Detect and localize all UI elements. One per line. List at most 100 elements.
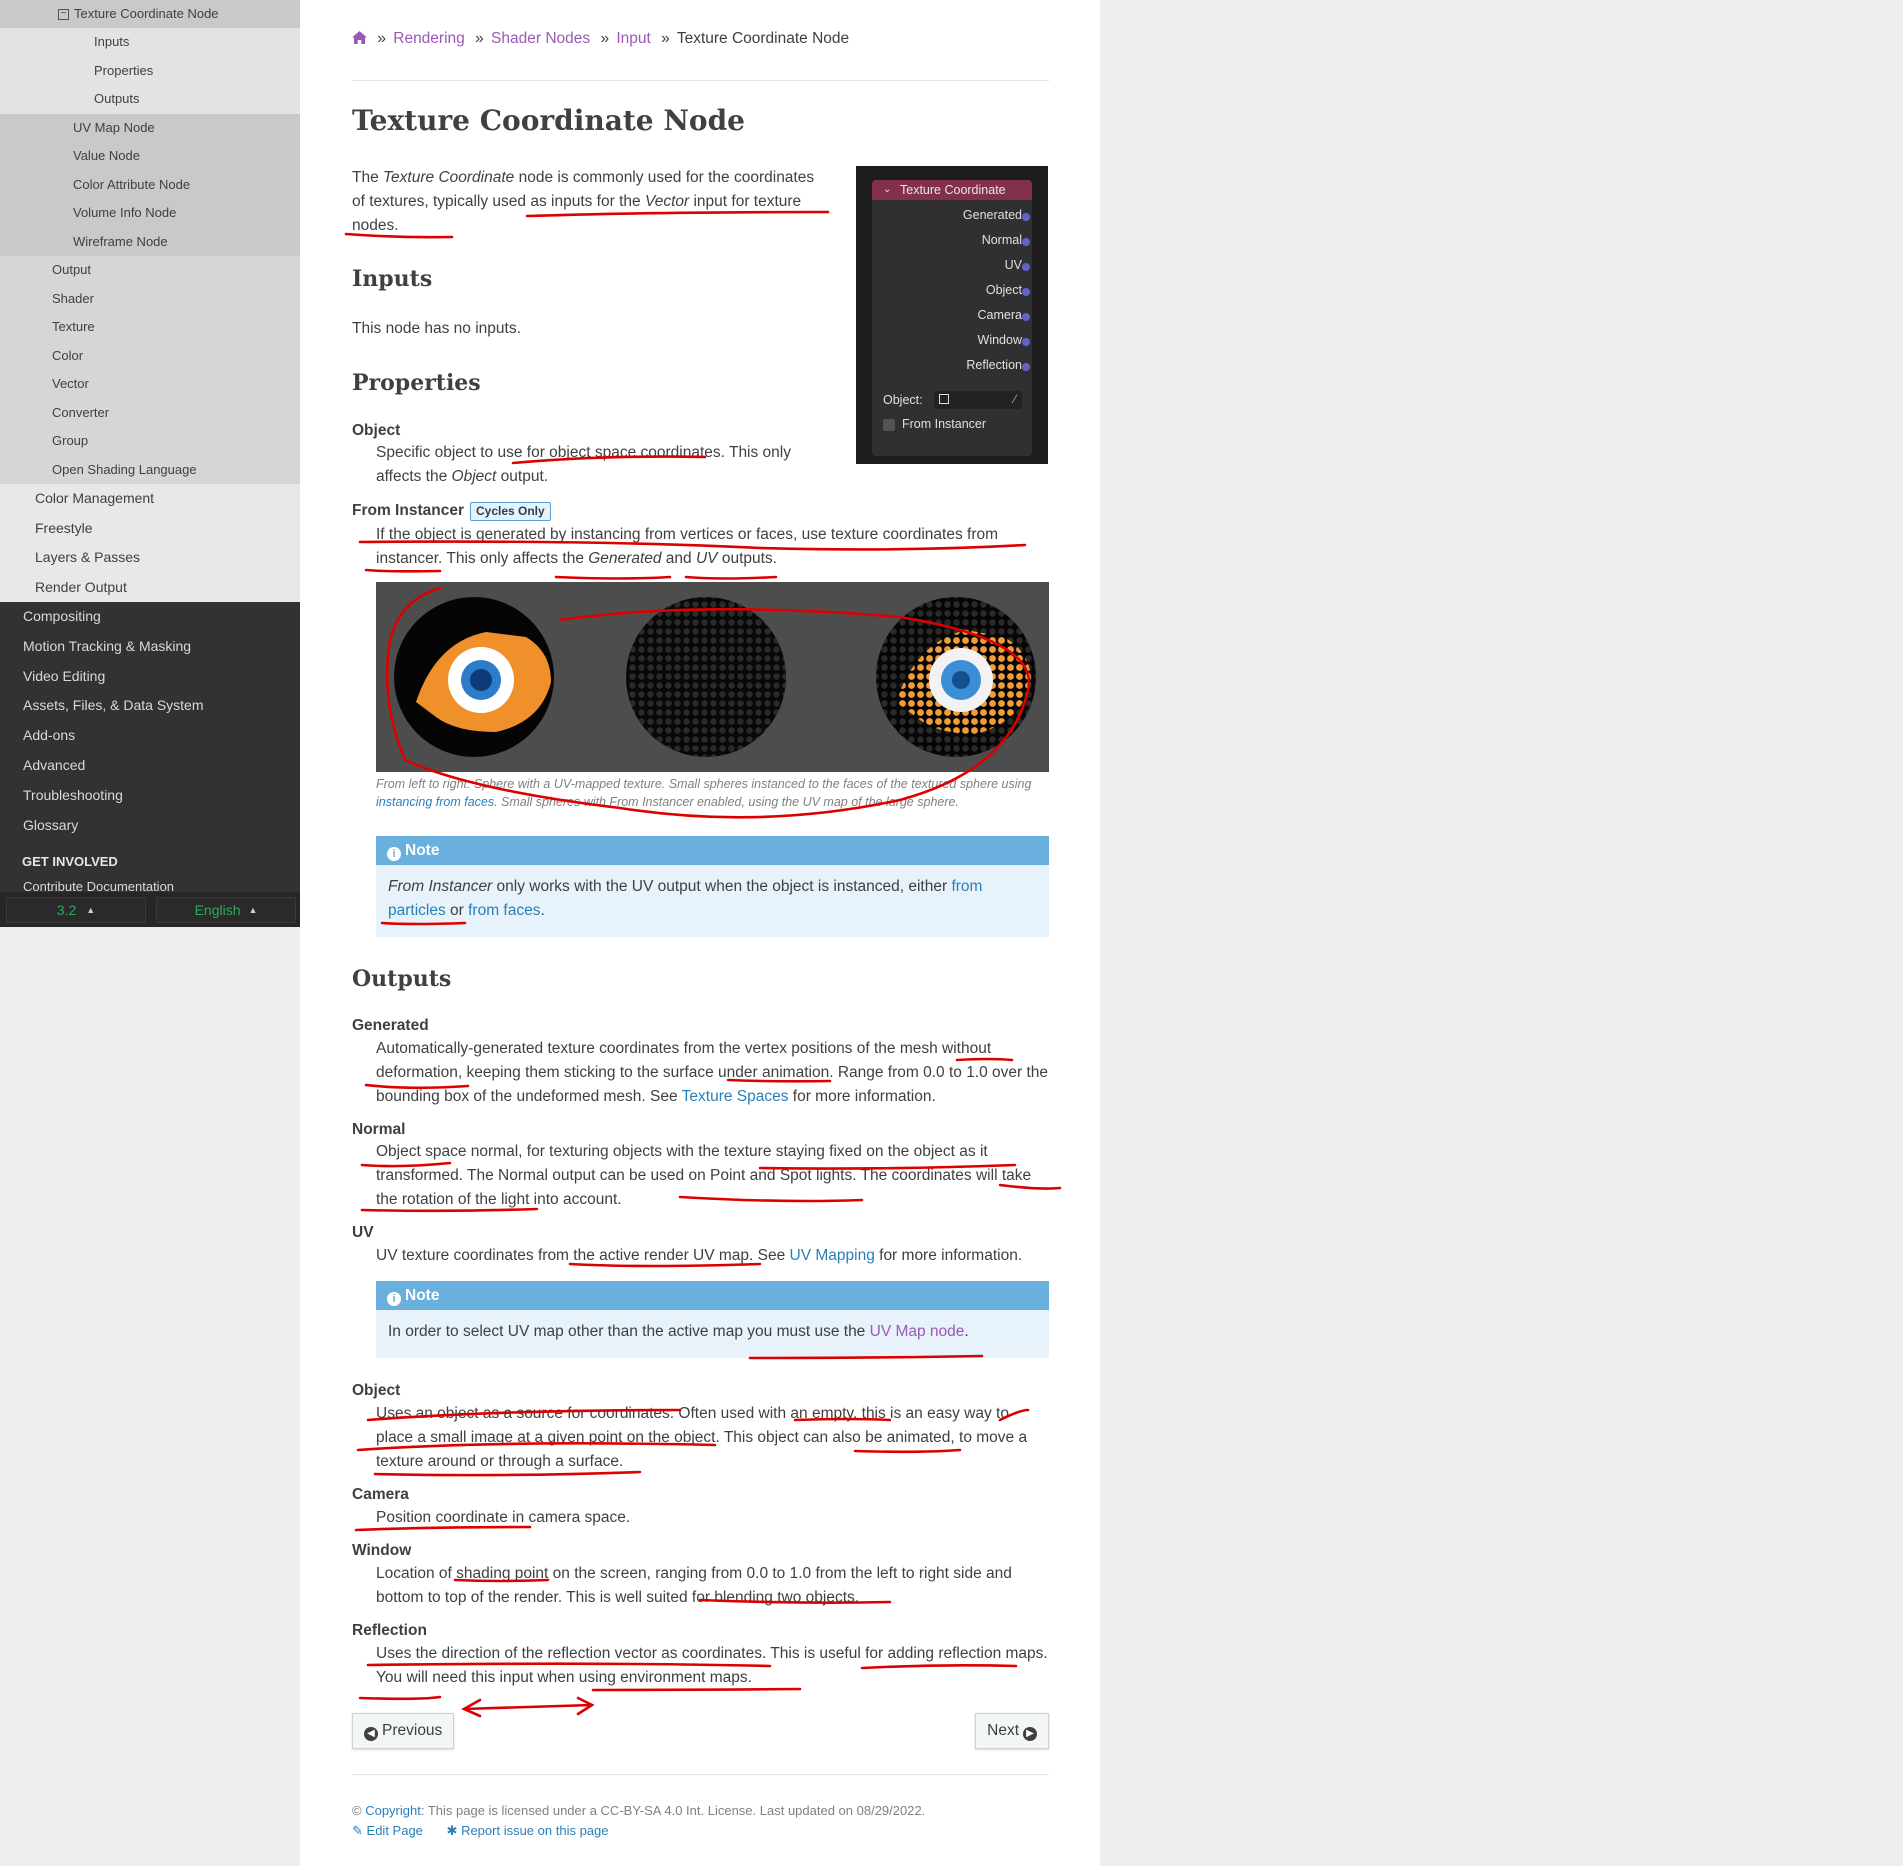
socket-window: Window <box>978 333 1030 347</box>
previous-button[interactable]: ◀ Previous <box>352 1713 455 1749</box>
eyedropper-icon: ⁄ <box>1013 392 1016 406</box>
heading-outputs: Outputs <box>352 966 452 992</box>
node-header: ⌄ Texture Coordinate <box>872 180 1032 200</box>
sidebar-item-layers-passes[interactable]: Layers & Passes <box>0 543 300 573</box>
term-generated: Generated <box>352 1017 429 1034</box>
desc-generated: Automatically-generated texture coordina… <box>376 1040 1049 1105</box>
info-icon: i <box>387 847 401 861</box>
divider <box>352 80 1049 81</box>
note-title: i Note <box>376 1281 1049 1310</box>
report-issue-link[interactable]: ✱ Report issue on this page <box>447 1823 609 1838</box>
sidebar-item-render-output[interactable]: Render Output <box>0 572 300 602</box>
arrow-left-circle-icon: ◀ <box>364 1727 378 1741</box>
object-field: ⁄ <box>934 391 1022 409</box>
spheres-render <box>394 597 1036 757</box>
term-reflection: Reflection <box>352 1622 427 1639</box>
sidebar-item-vector[interactable]: Vector <box>0 370 300 399</box>
version-selector[interactable]: 3.2 ▲ <box>6 896 146 923</box>
socket-uv: UV <box>1005 258 1030 272</box>
texture-spaces-link[interactable]: Texture Spaces <box>682 1088 789 1105</box>
sidebar-item-compositing[interactable]: Compositing <box>0 602 300 632</box>
divider <box>352 1774 1049 1775</box>
sidebar-item-output[interactable]: Output <box>0 256 300 285</box>
socket-object: Object <box>986 283 1030 297</box>
arrow-right-circle-icon: ▶ <box>1023 1727 1037 1741</box>
note-from-instancer: i Note From Instancer only works with the… <box>376 836 1049 937</box>
heading-inputs: Inputs <box>352 266 433 292</box>
sidebar-item-group[interactable]: Group <box>0 427 300 456</box>
figure-caption: From left to right: Sphere with a UV-map… <box>376 777 1032 809</box>
breadcrumb-separator: » <box>475 30 484 47</box>
sidebar-item-color-management[interactable]: Color Management <box>0 484 300 514</box>
instancer-comparison-image <box>376 582 1049 772</box>
from-faces-link[interactable]: from faces <box>468 902 540 919</box>
uv-mapping-link[interactable]: UV Mapping <box>790 1247 875 1264</box>
term-uv: UV <box>352 1224 374 1241</box>
desc-from-instancer: If the object is generated by instancing… <box>376 526 999 567</box>
info-icon: i <box>387 1292 401 1306</box>
cycles-only-badge: Cycles Only <box>469 502 551 521</box>
copyright-link[interactable]: Copyright <box>365 1803 421 1818</box>
note-uv-map: i Note In order to select UV map other th… <box>376 1281 1049 1358</box>
uv-map-node-link[interactable]: UV Map node <box>870 1323 965 1340</box>
breadcrumb: » Rendering » Shader Nodes » Input » Tex… <box>352 30 849 48</box>
footer-links: ✎ Edit Page ✱ Report issue on this page <box>352 1823 609 1839</box>
collapse-icon[interactable]: − <box>58 9 69 21</box>
sidebar-current-label: Texture Coordinate Node <box>74 6 219 21</box>
sidebar-item-assets-files[interactable]: Assets, Files, & Data System <box>0 691 300 721</box>
sidebar-item-value-node[interactable]: Value Node <box>0 142 300 171</box>
term-window: Window <box>352 1542 412 1559</box>
note-title: i Note <box>376 836 1049 865</box>
sidebar-caption: GET INVOLVED <box>22 854 118 870</box>
breadcrumb-rendering[interactable]: Rendering <box>393 30 465 47</box>
sidebar-item-shader[interactable]: Shader <box>0 284 300 313</box>
instancing-from-faces-link[interactable]: instancing from faces <box>376 795 494 809</box>
inputs-text: This node has no inputs. <box>352 320 521 337</box>
sidebar-item-advanced[interactable]: Advanced <box>0 751 300 781</box>
breadcrumb-separator: » <box>600 30 610 47</box>
node-panel-image: ⌄ Texture Coordinate Generated Normal UV… <box>856 166 1048 464</box>
node-box: ⌄ Texture Coordinate Generated Normal UV… <box>872 180 1032 456</box>
sidebar-item-troubleshooting[interactable]: Troubleshooting <box>0 781 300 811</box>
breadcrumb-shader-nodes[interactable]: Shader Nodes <box>491 30 590 47</box>
home-icon[interactable] <box>352 30 371 47</box>
sidebar-item-color[interactable]: Color <box>0 341 300 370</box>
page-title: Texture Coordinate Node <box>352 104 745 137</box>
sidebar-item-color-attribute-node[interactable]: Color Attribute Node <box>0 170 300 199</box>
note-body: In order to select UV map other than the… <box>388 1323 969 1340</box>
sidebar-item-converter[interactable]: Converter <box>0 398 300 427</box>
bug-icon: ✱ <box>446 1823 458 1838</box>
sidebar-item-volume-info-node[interactable]: Volume Info Node <box>0 199 300 228</box>
sidebar-item-motion-tracking[interactable]: Motion Tracking & Masking <box>0 632 300 662</box>
sidebar-item-properties[interactable]: Properties <box>0 56 300 85</box>
sidebar-item-uv-map-node[interactable]: UV Map Node <box>0 113 300 142</box>
breadcrumb-input[interactable]: Input <box>616 30 650 47</box>
sidebar-current-item[interactable]: − Texture Coordinate Node <box>0 0 300 28</box>
next-button[interactable]: Next ▶ <box>975 1713 1049 1749</box>
chevron-down-icon: ⌄ <box>883 184 892 195</box>
breadcrumb-current: Texture Coordinate Node <box>676 30 850 47</box>
sidebar-item-texture[interactable]: Texture <box>0 313 300 342</box>
sidebar-item-wireframe-node[interactable]: Wireframe Node <box>0 227 300 256</box>
sidebar-item-add-ons[interactable]: Add-ons <box>0 721 300 751</box>
sidebar-item-inputs[interactable]: Inputs <box>0 28 300 57</box>
version-bar: 3.2 ▲ English ▲ <box>0 892 300 927</box>
sidebar-item-osl[interactable]: Open Shading Language <box>0 455 300 484</box>
intro-paragraph: The Texture Coordinate node is commonly … <box>352 169 815 234</box>
language-label: English <box>194 901 241 918</box>
sidebar: − Texture Coordinate Node Inputs Properti… <box>0 0 300 927</box>
cube-icon <box>939 394 949 404</box>
socket-camera: Camera <box>978 308 1030 322</box>
note-body: From Instancer only works with the UV ou… <box>388 878 983 919</box>
sidebar-item-video-editing[interactable]: Video Editing <box>0 662 300 692</box>
sidebar-item-glossary[interactable]: Glossary <box>0 811 300 841</box>
desc-object-output: Uses an object as a source for coordinat… <box>376 1405 1028 1470</box>
version-label: 3.2 <box>56 901 77 918</box>
edit-page-link[interactable]: ✎ Edit Page <box>352 1823 423 1838</box>
sidebar-item-outputs[interactable]: Outputs <box>0 85 300 114</box>
language-selector[interactable]: English ▲ <box>156 896 296 923</box>
socket-normal: Normal <box>982 233 1030 247</box>
term-camera: Camera <box>352 1486 409 1503</box>
desc-camera: Position coordinate in camera space. <box>376 1509 631 1526</box>
sidebar-item-freestyle[interactable]: Freestyle <box>0 513 300 543</box>
